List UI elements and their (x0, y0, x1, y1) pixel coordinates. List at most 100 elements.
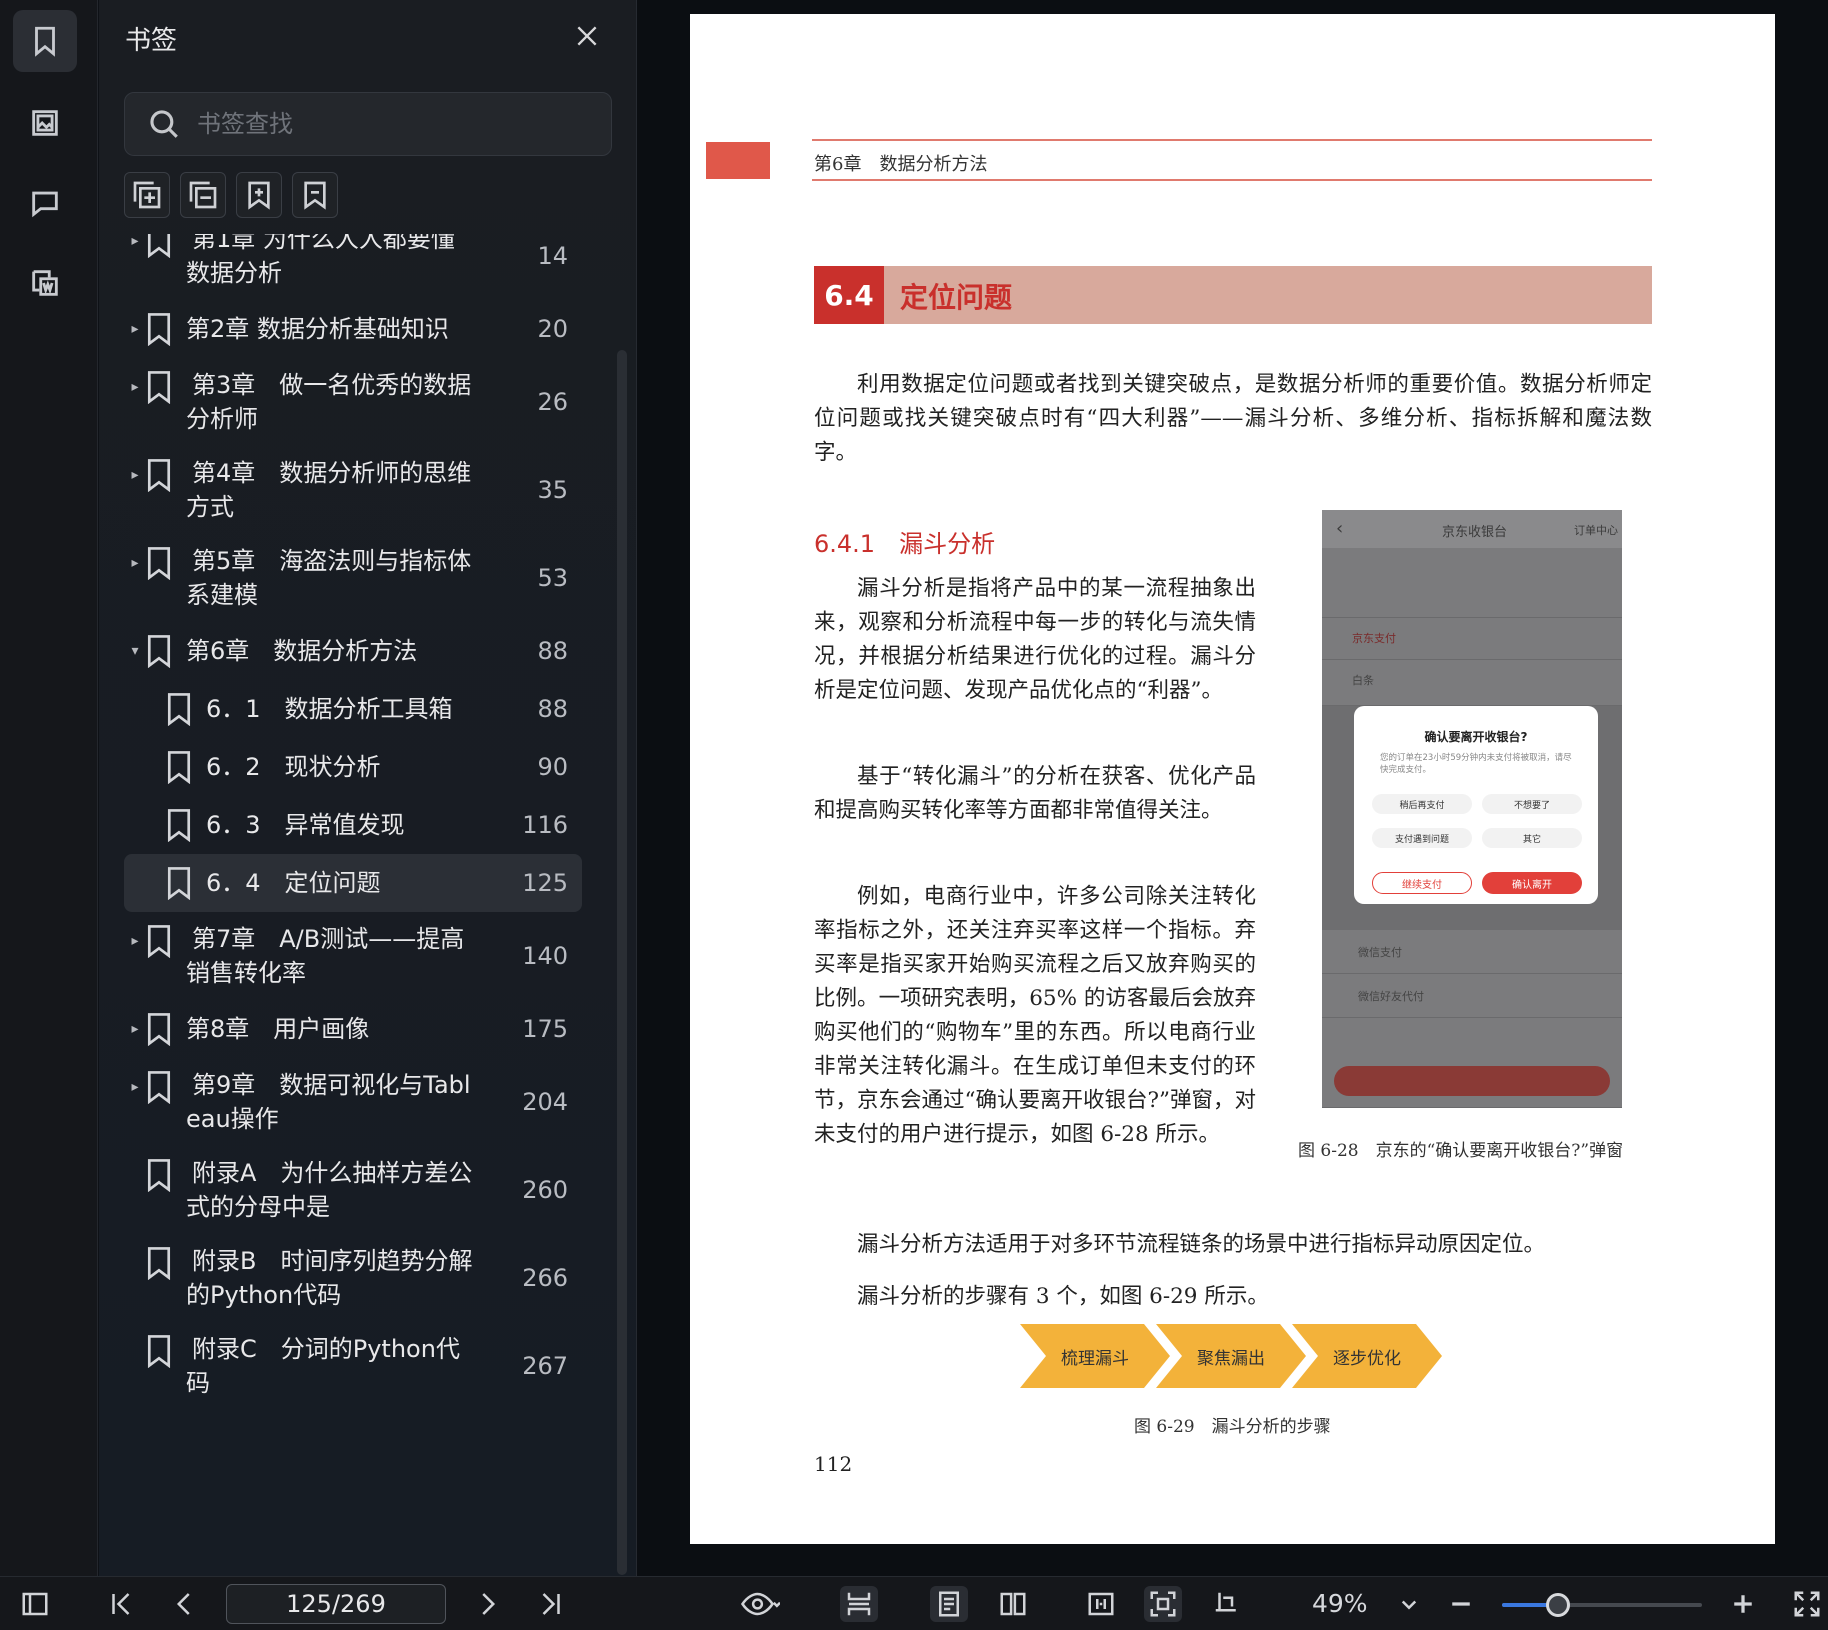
section-title: 定位问题 (900, 281, 1013, 314)
bookmark-label: 第2章 数据分析基础知识 (186, 315, 449, 343)
comment-tab-button[interactable] (13, 172, 77, 234)
bookmark-page: 20 (537, 315, 568, 343)
view-mode-dropdown[interactable] (730, 1586, 790, 1622)
bookmark-icon (147, 1013, 171, 1047)
bookmark-label: 附录A 为什么抽样方差公式的分母中是 (186, 1159, 473, 1221)
expand-caret-icon[interactable]: ▸ (128, 322, 142, 336)
bookmark-label: 第6章 数据分析方法 (186, 637, 418, 665)
bookmark-label: 附录C 分词的Python代码 (186, 1335, 460, 1397)
bookmark-item[interactable]: ▸ 第2章 数据分析基础知识 20 (124, 300, 582, 358)
thumbnail-tab-button[interactable] (13, 92, 77, 154)
toggle-sidebar-button[interactable] (16, 1586, 54, 1622)
bookmark-label: 第9章 数据可视化与Tableau操作 (186, 1071, 471, 1133)
first-page-icon (112, 1593, 130, 1615)
bookmark-icon (147, 1335, 171, 1369)
first-page-button[interactable] (102, 1586, 140, 1622)
bookmark-label: 6．4 定位问题 (206, 869, 381, 897)
funnel-step: 梳理漏斗 (1020, 1324, 1170, 1388)
bookmark-label: 第8章 用户画像 (186, 1015, 370, 1043)
phone-order-link: 订单中心 (1574, 524, 1618, 537)
confirm-leave-dialog: 确认要离开收银台? 您的订单在23小时59分钟内未支付将被取消，请尽快完成支付。… (1354, 706, 1598, 904)
continuous-scroll-button[interactable] (840, 1586, 878, 1622)
dialog-option: 其它 (1482, 828, 1582, 848)
expand-caret-icon[interactable]: ▸ (128, 380, 142, 394)
bookmark-tab-button[interactable] (13, 10, 77, 72)
delete-bookmark-button[interactable] (292, 172, 338, 218)
fit-width-button[interactable] (1082, 1586, 1120, 1622)
panel-title: 书签 (125, 26, 178, 56)
expand-all-button[interactable] (124, 172, 170, 218)
zoom-in-button[interactable] (1724, 1586, 1762, 1622)
phone-footer (1322, 1018, 1622, 1108)
bookmark-icon (167, 693, 191, 727)
chevron-right-icon (482, 1593, 496, 1615)
bookmark-page: 266 (522, 1264, 568, 1292)
previous-page-button[interactable] (166, 1586, 204, 1622)
bookmark-label: 6．2 现状分析 (206, 753, 381, 781)
expand-caret-icon[interactable]: ▸ (128, 234, 142, 248)
bookmark-item[interactable]: 6．1 数据分析工具箱 88 (124, 680, 582, 738)
bookmark-item[interactable]: ▸ 第7章 A/B测试——提高销售转化率 140 (124, 912, 582, 1000)
expand-caret-icon[interactable]: ▸ (128, 468, 142, 482)
header-marker (706, 142, 770, 179)
bookmark-item[interactable]: 6．4 定位问题 125 (124, 854, 582, 912)
left-rail (0, 0, 98, 1576)
expand-caret-icon[interactable]: ▾ (128, 644, 142, 658)
search-input[interactable] (197, 110, 577, 138)
zoom-dropdown-button[interactable] (1390, 1586, 1428, 1622)
collapse-all-button[interactable] (180, 172, 226, 218)
two-page-button[interactable] (994, 1586, 1032, 1622)
expand-caret-icon[interactable]: ▸ (128, 556, 142, 570)
bookmark-item[interactable]: ▸ 第4章 数据分析师的思维方式 35 (124, 446, 582, 534)
bookmark-label: 第5章 海盗法则与指标体系建模 (186, 547, 472, 609)
bookmark-item[interactable]: ▸ 第1章 为什么人人都要懂数据分析 14 (124, 234, 582, 300)
bookmark-icon (147, 313, 171, 347)
continue-pay-button: 继续支付 (1372, 872, 1472, 894)
bookmark-list: ▸ 第1章 为什么人人都要懂数据分析 14 ▸ 第2章 数据分析基础知识 20 ▸ 第3章 做… (99, 234, 636, 1576)
bookmark-search[interactable] (124, 92, 612, 156)
minus-icon (1452, 1602, 1470, 1606)
zoom-level[interactable]: 49% (1312, 1589, 1368, 1618)
bookmark-item[interactable]: 6．2 现状分析 90 (124, 738, 582, 796)
last-page-icon (542, 1593, 560, 1615)
bookmark-icon (147, 1247, 171, 1281)
expand-caret-icon[interactable]: ▸ (128, 934, 142, 948)
dialog-title: 确认要离开收银台? (1424, 730, 1528, 744)
bookmark-item[interactable]: 6．3 异常值发现 116 (124, 796, 582, 854)
bookmark-scrollbar[interactable] (617, 350, 627, 1575)
fit-width-icon (1088, 1592, 1114, 1616)
add-bookmark-button[interactable] (236, 172, 282, 218)
chevron-down-icon (1401, 1600, 1417, 1610)
next-page-button[interactable] (468, 1586, 506, 1622)
bookmark-item[interactable]: ▸ 第3章 做一名优秀的数据分析师 26 (124, 358, 582, 446)
bookmark-item[interactable]: ▸ 第8章 用户画像 175 (124, 1000, 582, 1058)
bookmark-item[interactable]: ▸ 第5章 海盗法则与指标体系建模 53 (124, 534, 582, 622)
running-header: 第6章 数据分析方法 (814, 154, 988, 175)
paragraph-2: 基于“转化漏斗”的分析在获客、优化产品和提高购买转化率等方面都非常值得关注。 (814, 764, 1256, 823)
last-page-button[interactable] (532, 1586, 570, 1622)
document-viewport[interactable]: 第6章 数据分析方法 6.4 定位问题 利用数据定位问题或者找到关键突破点，是数… (637, 0, 1828, 1576)
bookmark-item[interactable]: ▸ 第9章 数据可视化与Tableau操作 204 (124, 1058, 582, 1146)
phone-row: 白条 (1322, 660, 1622, 706)
rotate-button[interactable] (1208, 1586, 1246, 1622)
bookmark-item[interactable]: ▾ 第6章 数据分析方法 88 (124, 622, 582, 680)
bookmark-item[interactable]: 附录C 分词的Python代码 267 (124, 1322, 582, 1410)
expand-caret-icon[interactable]: ▸ (128, 1022, 142, 1036)
bookmark-icon (147, 635, 171, 669)
close-panel-button[interactable] (569, 18, 605, 54)
bookmark-item[interactable]: 附录A 为什么抽样方差公式的分母中是 260 (124, 1146, 582, 1234)
bookmark-item[interactable]: 附录B 时间序列趋势分解的Python代码 266 (124, 1234, 582, 1322)
zoom-out-button[interactable] (1442, 1586, 1480, 1622)
bookmark-page: 175 (522, 1015, 568, 1043)
search-icon (150, 110, 178, 138)
header-rule (812, 139, 1652, 141)
bookmark-icon (147, 1159, 171, 1193)
page-number-field[interactable]: 125/269 (226, 1584, 446, 1624)
fullscreen-button[interactable] (1790, 1586, 1824, 1622)
zoom-slider-thumb[interactable] (1546, 1593, 1570, 1617)
phone-title: 京东收银台 (1442, 525, 1508, 540)
single-page-button[interactable] (930, 1586, 968, 1622)
attachment-tab-button[interactable] (13, 252, 77, 314)
fit-page-button[interactable] (1144, 1586, 1182, 1622)
expand-caret-icon[interactable]: ▸ (128, 1080, 142, 1094)
